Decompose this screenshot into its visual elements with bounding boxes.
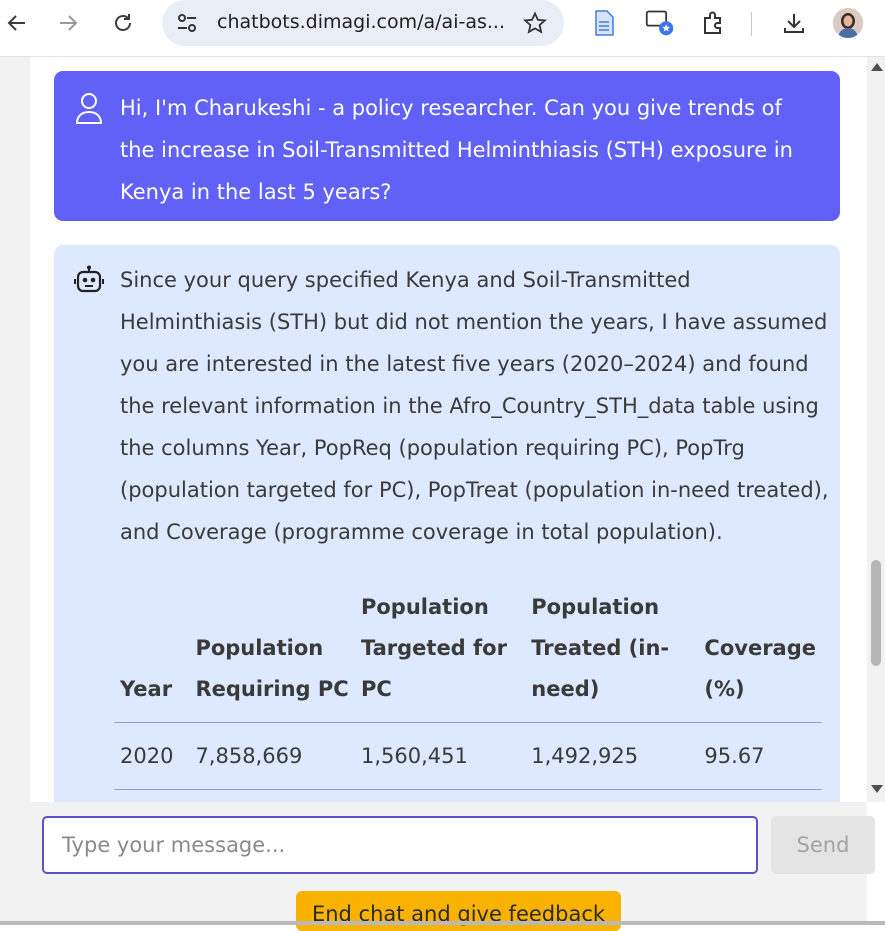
table-cell: 1,560,451: [354, 722, 526, 790]
table-header-cell: Population Targeted for PC: [354, 587, 526, 723]
toolbar-divider: [751, 12, 752, 36]
end-chat-feedback-button[interactable]: End chat and give feedback: [296, 891, 621, 931]
table-row: 2020 7,858,669 1,560,451 1,492,925 95.67: [114, 722, 822, 790]
user-icon: [74, 91, 104, 125]
message-input[interactable]: [42, 816, 758, 874]
scroll-up-arrow-icon[interactable]: [871, 63, 883, 71]
profile-avatar[interactable]: [833, 8, 863, 38]
bot-message-text: Since your query specified Kenya and Soi…: [120, 268, 829, 544]
browser-toolbar: chatbots.dimagi.com/a/ai-as...: [0, 0, 885, 57]
reload-icon[interactable]: [108, 8, 138, 38]
send-button[interactable]: Send: [771, 816, 875, 874]
address-bar[interactable]: chatbots.dimagi.com/a/ai-as...: [162, 0, 564, 46]
url-text[interactable]: chatbots.dimagi.com/a/ai-as...: [217, 11, 505, 33]
table-header-cell: Population Requiring PC: [189, 587, 355, 723]
table-header-cell: Population Treated (in-need): [525, 587, 699, 723]
bookmark-star-icon[interactable]: [520, 8, 550, 38]
robot-icon: [74, 265, 106, 297]
document-icon[interactable]: [589, 8, 619, 38]
scroll-down-arrow-icon[interactable]: [871, 785, 883, 793]
table-header-cell: Coverage (%): [698, 587, 822, 723]
site-settings-icon[interactable]: [172, 8, 202, 38]
cast-icon[interactable]: [645, 8, 675, 38]
scrollbar-thumb[interactable]: [871, 560, 881, 666]
download-icon[interactable]: [779, 8, 809, 38]
table-cell: 95.67: [698, 722, 822, 790]
page-background: Hi, I'm Charukeshi - a policy researcher…: [0, 57, 867, 925]
table-cell: 7,858,669: [189, 722, 355, 790]
table-header-cell: Year: [114, 587, 190, 723]
table-header-row: Year Population Requiring PC Population …: [114, 587, 822, 723]
window-bottom-edge: [0, 921, 885, 925]
table-cell: 2020: [114, 722, 190, 790]
user-message: Hi, I'm Charukeshi - a policy researcher…: [54, 71, 840, 221]
chat-scrollbar[interactable]: [867, 57, 885, 802]
user-message-text: Hi, I'm Charukeshi - a policy researcher…: [120, 96, 793, 204]
forward-icon[interactable]: [53, 8, 83, 38]
back-icon[interactable]: [2, 8, 32, 38]
bot-message: Since your query specified Kenya and Soi…: [54, 245, 840, 802]
sth-data-table: Year Population Requiring PC Population …: [114, 587, 822, 790]
extensions-icon[interactable]: [699, 8, 729, 38]
table-cell: 1,492,925: [525, 722, 699, 790]
chat-scroll-area[interactable]: Hi, I'm Charukeshi - a policy researcher…: [30, 57, 867, 802]
